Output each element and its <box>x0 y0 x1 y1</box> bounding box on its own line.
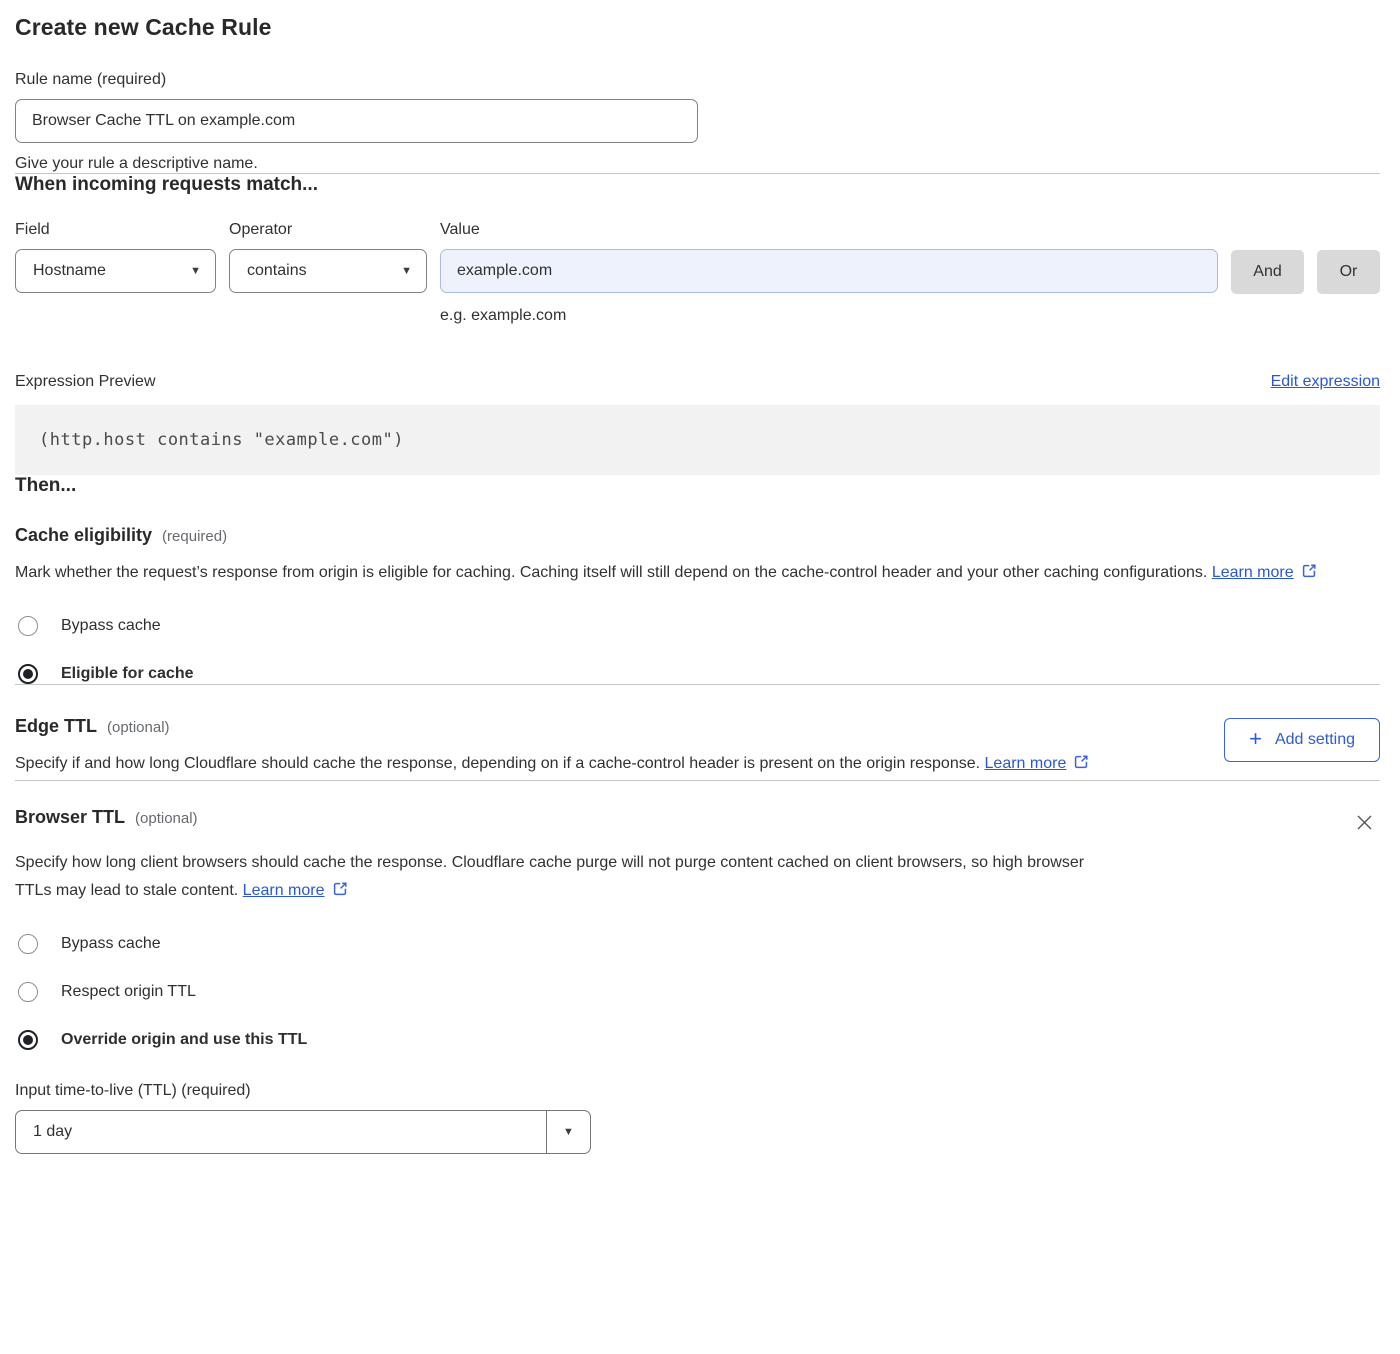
edge-ttl-description: Specify if and how long Cloudflare shoul… <box>15 750 1089 780</box>
radio-icon-selected[interactable] <box>18 1030 38 1050</box>
cache-eligibility-title: Cache eligibility (required) <box>15 525 1380 546</box>
field-select[interactable]: Hostname ▼ <box>15 249 216 293</box>
then-heading: Then... <box>15 475 1380 497</box>
expression-preview-header: Expression Preview Edit expression <box>15 373 1380 391</box>
edge-ttl-learn-more-link[interactable]: Learn more <box>985 755 1067 772</box>
match-row: Field Hostname ▼ Operator contains ▼ Val… <box>15 221 1380 325</box>
edge-ttl-content: Edge TTL (optional) Specify if and how l… <box>15 716 1089 780</box>
browser-ttl-description: Specify how long client browsers should … <box>15 849 1110 907</box>
expression-preview-label: Expression Preview <box>15 373 156 391</box>
browser-ttl-options: Bypass cache Respect origin TTL Override… <box>15 934 1380 1050</box>
radio-label: Bypass cache <box>61 935 161 953</box>
edge-ttl-title: Edge TTL (optional) <box>15 716 1089 737</box>
ttl-label: Input time-to-live (TTL) (required) <box>15 1082 1380 1100</box>
radio-bypass-cache[interactable]: Bypass cache <box>15 616 1380 636</box>
external-link-icon <box>332 879 348 907</box>
radio-icon[interactable] <box>18 616 38 636</box>
edge-ttl-description-text: Specify if and how long Cloudflare shoul… <box>15 755 980 772</box>
browser-ttl-description-text: Specify how long client browsers should … <box>15 854 1084 899</box>
chevron-down-icon: ▼ <box>190 266 201 277</box>
radio-label: Eligible for cache <box>61 665 193 683</box>
field-label: Field <box>15 221 216 239</box>
close-icon[interactable] <box>1351 809 1378 836</box>
operator-select-value: contains <box>247 262 307 280</box>
external-link-icon <box>1073 752 1089 780</box>
radio-label: Respect origin TTL <box>61 983 196 1001</box>
value-hint: e.g. example.com <box>440 307 1218 325</box>
cache-eligibility-description: Mark whether the request’s response from… <box>15 559 1380 589</box>
cache-eligibility-title-text: Cache eligibility <box>15 525 152 546</box>
optional-label: (optional) <box>107 719 170 736</box>
radio-icon[interactable] <box>18 934 38 954</box>
cache-eligibility-section: Cache eligibility (required) Mark whethe… <box>15 525 1380 684</box>
edit-expression-link[interactable]: Edit expression <box>1271 373 1380 391</box>
radio-eligible-for-cache[interactable]: Eligible for cache <box>15 664 1380 684</box>
browser-ttl-title-text: Browser TTL <box>15 807 125 828</box>
page-title: Create new Cache Rule <box>15 14 1380 41</box>
field-column: Field Hostname ▼ <box>15 221 216 293</box>
browser-ttl-section: Browser TTL (optional) Specify how long … <box>15 807 1380 1154</box>
ttl-select-value: 1 day <box>16 1111 546 1153</box>
cache-eligibility-learn-more-link[interactable]: Learn more <box>1212 564 1294 581</box>
divider <box>15 684 1380 685</box>
operator-label: Operator <box>229 221 427 239</box>
add-setting-button[interactable]: + Add setting <box>1224 718 1380 762</box>
value-column: Value e.g. example.com <box>440 221 1218 325</box>
expression-code: (http.host contains "example.com") <box>15 405 1380 475</box>
radio-label: Bypass cache <box>61 617 161 635</box>
required-label: (required) <box>162 528 227 545</box>
add-setting-label: Add setting <box>1275 731 1355 749</box>
divider <box>15 780 1380 781</box>
radio-override-origin-ttl[interactable]: Override origin and use this TTL <box>15 1030 1380 1050</box>
field-select-value: Hostname <box>33 262 106 280</box>
radio-icon[interactable] <box>18 982 38 1002</box>
and-button[interactable]: And <box>1231 250 1304 294</box>
browser-ttl-learn-more-link[interactable]: Learn more <box>243 882 325 899</box>
chevron-down-icon: ▼ <box>546 1111 590 1153</box>
external-link-icon <box>1301 561 1317 589</box>
rule-name-input[interactable] <box>15 99 698 143</box>
create-cache-rule-form: Create new Cache Rule Rule name (require… <box>0 14 1400 1184</box>
operator-column: Operator contains ▼ <box>229 221 427 293</box>
radio-label: Override origin and use this TTL <box>61 1031 307 1049</box>
optional-label: (optional) <box>135 810 198 827</box>
radio-icon-selected[interactable] <box>18 664 38 684</box>
match-heading: When incoming requests match... <box>15 174 1380 196</box>
value-label: Value <box>440 221 1218 239</box>
value-input[interactable] <box>440 249 1218 293</box>
edge-ttl-section: Edge TTL (optional) Specify if and how l… <box>15 716 1380 780</box>
edge-ttl-title-text: Edge TTL <box>15 716 97 737</box>
rule-name-group: Rule name (required) Give your rule a de… <box>15 71 1380 173</box>
or-button[interactable]: Or <box>1317 250 1380 294</box>
radio-bypass-cache[interactable]: Bypass cache <box>15 934 1380 954</box>
browser-ttl-title: Browser TTL (optional) <box>15 807 198 828</box>
plus-icon: + <box>1249 728 1262 750</box>
cache-eligibility-options: Bypass cache Eligible for cache <box>15 616 1380 684</box>
browser-ttl-header: Browser TTL (optional) <box>15 807 1380 836</box>
ttl-input-group: Input time-to-live (TTL) (required) 1 da… <box>15 1082 1380 1154</box>
ttl-select[interactable]: 1 day ▼ <box>15 1110 591 1154</box>
andor-buttons: And Or <box>1231 221 1380 294</box>
radio-respect-origin-ttl[interactable]: Respect origin TTL <box>15 982 1380 1002</box>
operator-select[interactable]: contains ▼ <box>229 249 427 293</box>
rule-name-label: Rule name (required) <box>15 71 1380 89</box>
rule-name-help: Give your rule a descriptive name. <box>15 155 1380 173</box>
cache-eligibility-description-text: Mark whether the request’s response from… <box>15 564 1207 581</box>
chevron-down-icon: ▼ <box>401 266 412 277</box>
